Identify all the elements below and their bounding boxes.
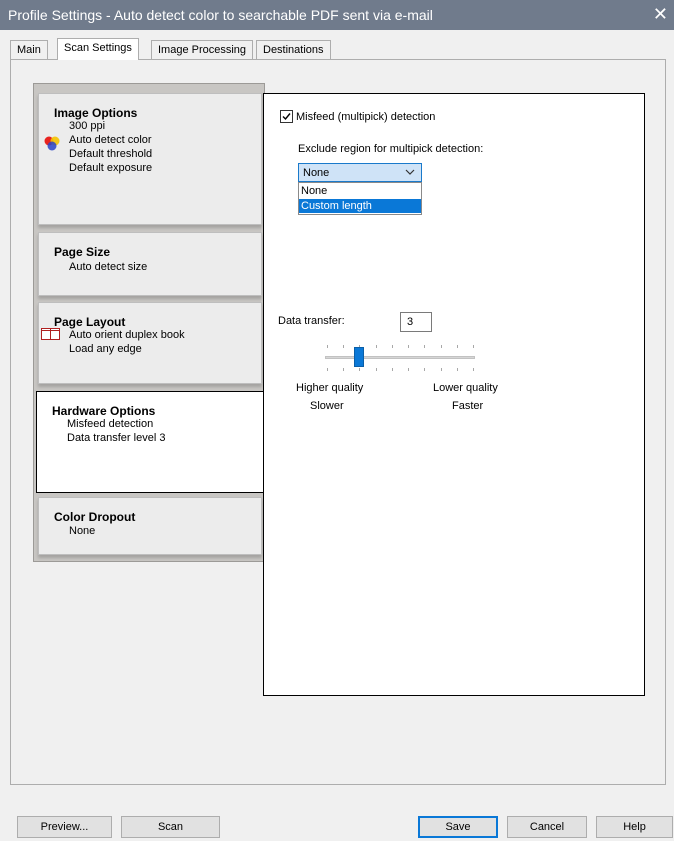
card-line: Auto detect color xyxy=(69,134,152,146)
card-title: Hardware Options xyxy=(52,404,156,418)
card-line: Auto orient duplex book xyxy=(69,329,185,341)
card-hardware-options[interactable]: Hardware Options Misfeed detection Data … xyxy=(36,391,265,493)
card-page-size[interactable]: Page Size Auto detect size xyxy=(38,232,262,296)
card-color-dropout[interactable]: Color Dropout None xyxy=(38,497,262,555)
data-transfer-label: Data transfer: xyxy=(278,315,345,327)
exclude-region-select[interactable]: None xyxy=(298,163,422,182)
card-title: Page Size xyxy=(54,245,111,259)
card-title: Color Dropout xyxy=(54,510,136,524)
slider-tick xyxy=(376,345,377,348)
exclude-region-options: None Custom length xyxy=(298,182,422,215)
option-none[interactable]: None xyxy=(299,184,421,198)
slider-tick xyxy=(457,368,458,371)
misfeed-label[interactable]: Misfeed (multipick) detection xyxy=(296,111,435,123)
window-title: Profile Settings - Auto detect color to … xyxy=(8,7,433,23)
slider-tick xyxy=(343,368,344,371)
book-layout-icon xyxy=(41,328,60,340)
data-transfer-slider-thumb[interactable] xyxy=(354,347,364,367)
card-line: Auto detect size xyxy=(69,261,148,273)
slider-tick xyxy=(327,368,328,371)
option-custom-length[interactable]: Custom length xyxy=(299,199,421,213)
tab-scan-settings[interactable]: Scan Settings xyxy=(57,38,139,60)
chevron-down-icon xyxy=(405,169,415,175)
slider-tick xyxy=(408,345,409,348)
preview-button[interactable]: Preview... xyxy=(17,816,112,838)
tab-destinations[interactable]: Destinations xyxy=(256,40,331,59)
higher-quality-label: Higher quality xyxy=(296,382,364,394)
card-line: 300 ppi xyxy=(69,120,106,132)
color-circles-icon xyxy=(44,136,60,151)
card-line: Default threshold xyxy=(69,148,153,160)
card-line: Data transfer level 3 xyxy=(67,432,166,444)
data-transfer-slider-track[interactable] xyxy=(325,356,475,359)
close-icon[interactable]: ✕ xyxy=(653,4,668,25)
title-bar: Profile Settings - Auto detect color to … xyxy=(0,0,674,30)
slower-label: Slower xyxy=(310,400,344,412)
save-button[interactable]: Save xyxy=(418,816,498,838)
card-title: Image Options xyxy=(54,106,138,120)
data-transfer-value-box[interactable]: 3 xyxy=(400,312,432,332)
slider-tick xyxy=(473,368,474,371)
slider-tick xyxy=(376,368,377,371)
slider-tick xyxy=(359,368,360,371)
scan-button[interactable]: Scan xyxy=(121,816,220,838)
card-line: None xyxy=(69,525,96,537)
card-image-options[interactable]: Image Options 300 ppi Auto detect color … xyxy=(38,93,262,225)
select-value: None xyxy=(303,167,330,179)
slider-tick xyxy=(424,345,425,348)
slider-tick xyxy=(392,368,393,371)
slider-tick xyxy=(343,345,344,348)
help-button[interactable]: Help xyxy=(596,816,673,838)
slider-tick xyxy=(392,345,393,348)
misfeed-checkbox[interactable] xyxy=(280,110,293,123)
slider-tick xyxy=(408,368,409,371)
slider-tick xyxy=(473,345,474,348)
lower-quality-label: Lower quality xyxy=(433,382,498,394)
tab-image-processing[interactable]: Image Processing xyxy=(151,40,254,59)
slider-tick xyxy=(327,345,328,348)
slider-tick xyxy=(441,368,442,371)
card-line: Misfeed detection xyxy=(67,418,154,430)
faster-label: Faster xyxy=(452,400,484,412)
card-line: Default exposure xyxy=(69,162,153,174)
card-page-layout[interactable]: Page Layout Auto orient duplex book Load… xyxy=(38,302,262,384)
slider-tick xyxy=(457,345,458,348)
slider-tick xyxy=(441,345,442,348)
card-title: Page Layout xyxy=(54,315,126,329)
cancel-button[interactable]: Cancel xyxy=(507,816,587,838)
exclude-region-label: Exclude region for multipick detection: xyxy=(298,143,484,155)
card-line: Load any edge xyxy=(69,343,142,355)
check-icon xyxy=(282,113,291,121)
slider-tick xyxy=(424,368,425,371)
data-transfer-value: 3 xyxy=(407,316,414,328)
tab-main[interactable]: Main xyxy=(10,40,48,59)
